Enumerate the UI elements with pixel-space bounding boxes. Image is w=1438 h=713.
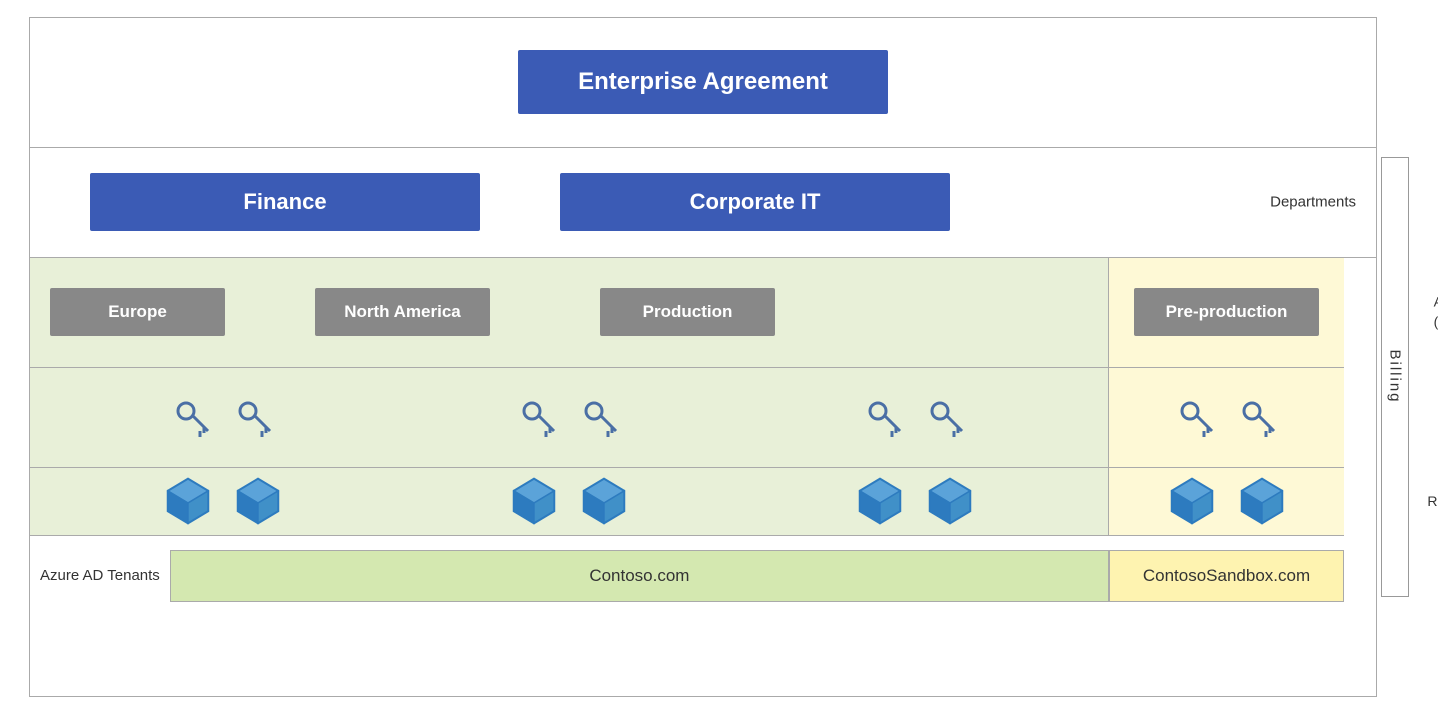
main-area: Enterprise Agreement Finance Corporate I… — [29, 17, 1377, 697]
billing-label: Billing — [1381, 157, 1409, 597]
cube-icon-6 — [924, 475, 976, 527]
ea-row: Enterprise Agreement — [30, 18, 1376, 148]
departments-label: Departments — [1270, 194, 1356, 211]
enterprise-agreement-box: Enterprise Agreement — [518, 50, 888, 114]
production-subs-group — [862, 395, 968, 439]
key-icon-2 — [232, 395, 276, 439]
green-subscriptions-row — [30, 368, 1108, 468]
departments-row: Finance Corporate IT Departments — [30, 148, 1376, 258]
accounts-label: Accounts (account owner) — [1434, 292, 1438, 331]
diagram-wrapper: Enterprise Agreement Finance Corporate I… — [29, 17, 1409, 697]
finance-dept-box: Finance — [90, 173, 480, 231]
pre-prod-resource-group — [1166, 475, 1288, 527]
contoso-tenant-box: Contoso.com — [170, 550, 1109, 602]
cube-icon-4 — [578, 475, 630, 527]
key-icon-3 — [516, 395, 560, 439]
resource-groups-label: Resource groups — [1427, 493, 1438, 509]
key-icon-5 — [862, 395, 906, 439]
green-accounts-row: Europe North America Production — [30, 258, 1108, 368]
key-icon-8 — [1236, 395, 1280, 439]
europe-resource-group — [162, 475, 284, 527]
key-icon-1 — [170, 395, 214, 439]
cube-icon-1 — [162, 475, 214, 527]
yellow-subscriptions-row: Subscriptions (service admin) — [1109, 368, 1344, 468]
lower-container: Europe North America Production — [30, 258, 1344, 616]
production-resource-group — [854, 475, 976, 527]
pre-production-account-box: Pre-production — [1134, 288, 1319, 336]
key-icon-6 — [924, 395, 968, 439]
cube-icon-5 — [854, 475, 906, 527]
north-america-subs-group — [516, 395, 622, 439]
europe-subs-group — [170, 395, 276, 439]
cube-icon-8 — [1236, 475, 1288, 527]
yellow-resource-row: Resource groups — [1109, 468, 1344, 535]
north-america-account-box: North America — [315, 288, 490, 336]
key-icon-7 — [1174, 395, 1218, 439]
cube-icon-7 — [1166, 475, 1218, 527]
green-section: Europe North America Production — [30, 258, 1109, 535]
cube-icon-2 — [232, 475, 284, 527]
department-boxes: Finance Corporate IT — [30, 173, 950, 231]
green-resource-row — [30, 468, 1108, 535]
yellow-section: Pre-production Accounts (account owner) — [1109, 258, 1344, 535]
key-icon-4 — [578, 395, 622, 439]
tenants-row: Azure AD Tenants Contoso.com ContosoSand… — [30, 536, 1344, 616]
europe-account-box: Europe — [50, 288, 225, 336]
production-account-box: Production — [600, 288, 775, 336]
contoso-sandbox-tenant-box: ContosoSandbox.com — [1109, 550, 1344, 602]
sections-wrapper: Europe North America Production — [30, 258, 1344, 536]
pre-prod-subs-group — [1174, 395, 1280, 439]
north-america-resource-group — [508, 475, 630, 527]
tenants-label: Azure AD Tenants — [30, 567, 170, 584]
yellow-accounts-row: Pre-production Accounts (account owner) — [1109, 258, 1344, 368]
cube-icon-3 — [508, 475, 560, 527]
corporate-it-dept-box: Corporate IT — [560, 173, 950, 231]
